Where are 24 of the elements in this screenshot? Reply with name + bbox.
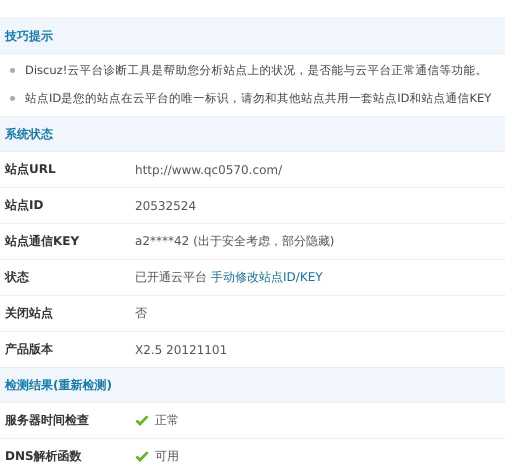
field-label: 服务器时间检查 [4, 412, 90, 429]
field-label: 关闭站点 [4, 305, 54, 322]
field-value: 否 [135, 305, 147, 322]
bullet-icon [10, 68, 15, 72]
field-label: 状态 [4, 269, 30, 286]
field-value: 正常 [155, 412, 179, 429]
field-label: 产品版本 [4, 341, 54, 358]
field-value: X2.5 20121101 [135, 342, 228, 356]
section-title: 技巧提示 [4, 28, 54, 45]
field-label: 站点URL [4, 161, 57, 178]
field-value: a2****42 (出于安全考虑，部分隐藏) [135, 233, 334, 250]
field-value: 已开通云平台 [135, 269, 207, 286]
bullet-icon [10, 96, 15, 100]
edit-link[interactable]: 手动修改站点ID/KEY [211, 269, 323, 286]
field-value: 可用 [155, 448, 179, 465]
tip-text: 站点ID是您的站点在云平台的唯一标识，请勿和其他站点共用一套站点ID和站点通信KEY [25, 90, 492, 106]
tip-text: Discuz!云平台诊断工具是帮助您分析站点上的状况，是否能与云平台正常通信等功能。 [25, 62, 488, 78]
field-label: 站点ID [4, 197, 44, 214]
section-title: 系统状态 [4, 126, 54, 143]
field-value: http://www.qc0570.com/ [135, 162, 282, 176]
field-label: 站点通信KEY [4, 233, 80, 250]
section-title: 检测结果(重新检测) [4, 377, 113, 394]
field-value: 20532524 [135, 198, 196, 212]
field-label: DNS解析函数 [4, 448, 83, 465]
